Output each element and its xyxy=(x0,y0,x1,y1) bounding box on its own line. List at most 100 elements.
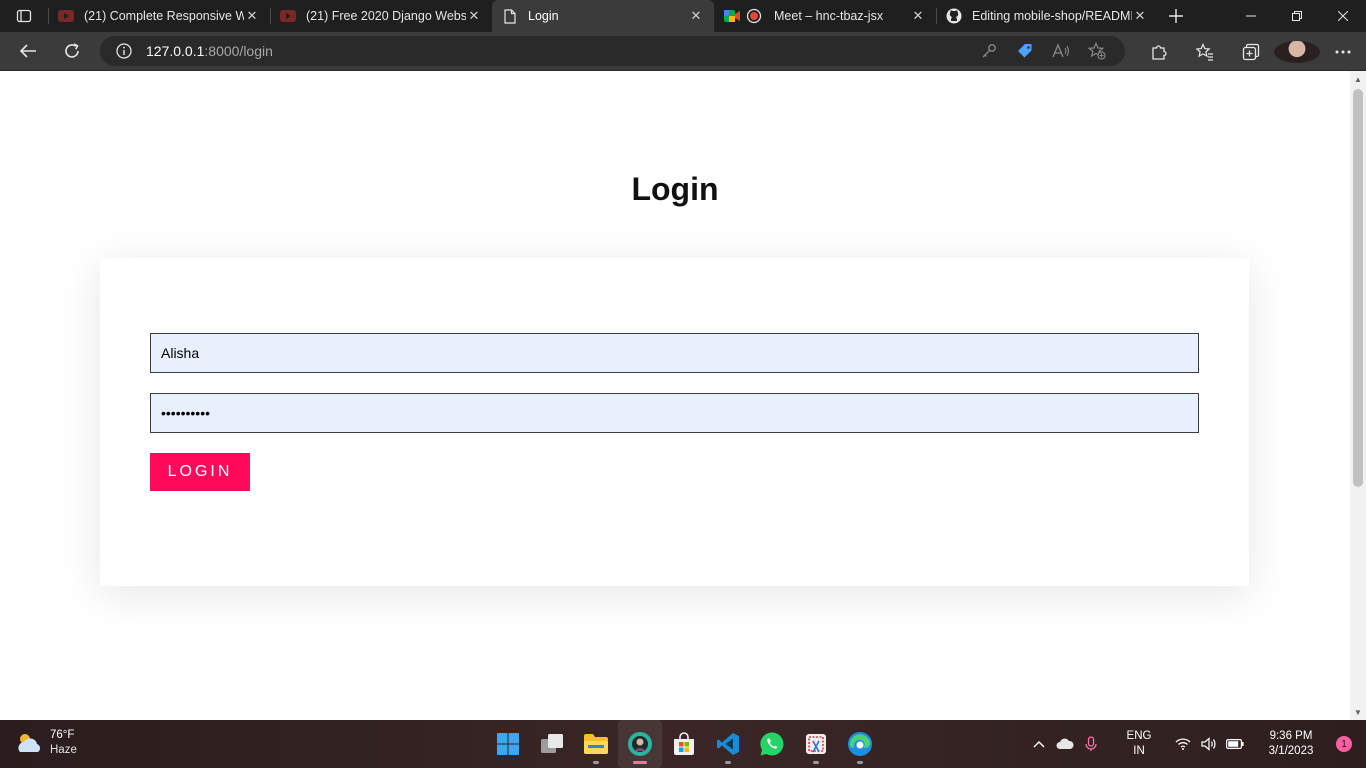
plus-icon xyxy=(1169,9,1183,23)
favorites-button[interactable] xyxy=(1182,42,1228,61)
scroll-up-arrow-icon[interactable]: ▲ xyxy=(1350,71,1366,87)
minimize-icon xyxy=(1246,15,1256,17)
running-indicator xyxy=(857,761,863,764)
address-bar[interactable]: 127.0.0.1:8000/login xyxy=(100,36,1125,66)
back-button[interactable] xyxy=(6,32,50,71)
onedrive-cloud-icon[interactable] xyxy=(1052,738,1078,750)
start-button[interactable] xyxy=(486,720,530,768)
snipping-tool-icon xyxy=(806,734,826,754)
url-text: 127.0.0.1:8000/login xyxy=(146,43,273,59)
tab-close-icon[interactable]: ✕ xyxy=(244,8,260,24)
tab-title: (21) Complete Responsive We xyxy=(84,9,244,23)
tab-close-icon[interactable]: ✕ xyxy=(1132,8,1148,24)
close-window-button[interactable] xyxy=(1320,0,1366,32)
username-input[interactable] xyxy=(150,333,1199,373)
file-explorer-button[interactable] xyxy=(574,720,618,768)
running-indicator xyxy=(725,761,731,764)
tab-title: Meet – hnc-tbaz-jsx xyxy=(774,9,884,23)
wifi-icon[interactable] xyxy=(1170,738,1196,750)
profile-button[interactable] xyxy=(1274,40,1320,63)
password-input[interactable] xyxy=(150,393,1199,433)
key-icon[interactable] xyxy=(971,43,1007,59)
window-controls xyxy=(1228,0,1366,32)
task-view-button[interactable] xyxy=(530,720,574,768)
clock-time: 9:36 PM xyxy=(1269,730,1313,742)
login-button[interactable]: LOGIN xyxy=(150,453,250,491)
whatsapp-icon xyxy=(760,732,784,756)
scroll-down-arrow-icon[interactable]: ▼ xyxy=(1350,704,1366,720)
page-viewport: Login LOGIN xyxy=(0,71,1350,720)
microphone-icon[interactable] xyxy=(1078,736,1104,752)
tab-separator xyxy=(270,8,271,24)
windows-taskbar: 76°F Haze ENG IN 9:36 PM 3/1/2023 1 xyxy=(0,720,1366,768)
add-favorite-icon[interactable] xyxy=(1079,42,1115,60)
edge-profile-button[interactable] xyxy=(618,720,662,768)
refresh-button[interactable] xyxy=(50,32,94,71)
system-tray: ENG IN 9:36 PM 3/1/2023 1 xyxy=(1026,720,1366,768)
microsoft-store-button[interactable] xyxy=(662,720,706,768)
restore-button[interactable] xyxy=(1274,0,1320,32)
weather-condition: Haze xyxy=(50,744,77,756)
browser-tab-strip: (21) Complete Responsive We ✕ (21) Free … xyxy=(0,0,1366,32)
settings-more-button[interactable] xyxy=(1320,50,1366,54)
tab-actions-icon xyxy=(16,9,32,23)
language-indicator[interactable]: ENG IN xyxy=(1116,729,1162,759)
avatar xyxy=(1274,40,1320,63)
collections-icon xyxy=(1242,43,1260,60)
youtube-icon xyxy=(280,8,296,24)
system-clock[interactable]: 9:36 PM 3/1/2023 xyxy=(1254,729,1328,759)
battery-icon[interactable] xyxy=(1222,739,1248,749)
extensions-button[interactable] xyxy=(1136,43,1182,61)
weather-widget[interactable]: 76°F Haze xyxy=(14,728,77,758)
toolbar-right-actions xyxy=(1136,32,1366,71)
browser-tab[interactable]: (21) Free 2020 Django Websit ✕ xyxy=(270,0,492,32)
tab-close-icon[interactable]: ✕ xyxy=(688,8,704,24)
page-scrollbar[interactable]: ▲ ▼ xyxy=(1350,71,1366,720)
tab-title: Editing mobile-shop/READMI xyxy=(972,9,1132,23)
url-path: :8000/login xyxy=(204,43,273,59)
clock-date: 3/1/2023 xyxy=(1268,745,1314,757)
language-code: ENG xyxy=(1126,730,1152,742)
scroll-thumb[interactable] xyxy=(1353,89,1363,487)
tab-title: Login xyxy=(528,9,559,23)
favorites-icon xyxy=(1196,42,1213,61)
github-icon xyxy=(946,8,962,24)
browser-tab[interactable]: Meet – hnc-tbaz-jsx ✕ xyxy=(714,0,936,32)
info-icon[interactable] xyxy=(116,43,132,59)
show-hidden-icons-chevron-up-icon[interactable] xyxy=(1026,740,1052,748)
read-aloud-icon[interactable] xyxy=(1043,43,1079,59)
tab-actions-button[interactable] xyxy=(0,0,48,32)
shopping-tag-icon[interactable] xyxy=(1007,42,1043,60)
running-indicator xyxy=(813,761,819,764)
edge-profile-icon xyxy=(628,732,652,756)
snipping-tool-button[interactable] xyxy=(794,720,838,768)
vscode-button[interactable] xyxy=(706,720,750,768)
running-indicator xyxy=(633,761,647,764)
windows-logo-icon xyxy=(497,733,519,755)
vscode-icon xyxy=(717,733,739,755)
edge-button[interactable] xyxy=(838,720,882,768)
url-host: 127.0.0.1 xyxy=(146,43,205,59)
browser-tab[interactable]: (21) Complete Responsive We ✕ xyxy=(48,0,270,32)
notification-badge[interactable]: 1 xyxy=(1336,736,1352,752)
minimize-button[interactable] xyxy=(1228,0,1274,32)
restore-icon xyxy=(1292,11,1302,21)
whatsapp-button[interactable] xyxy=(750,720,794,768)
running-indicator xyxy=(593,761,599,764)
tab-close-icon[interactable]: ✕ xyxy=(466,8,482,24)
browser-tab-active[interactable]: Login ✕ xyxy=(492,0,714,32)
close-icon xyxy=(1338,11,1348,21)
folder-icon xyxy=(584,734,608,754)
youtube-icon xyxy=(58,8,74,24)
tab-close-icon[interactable]: ✕ xyxy=(910,8,926,24)
page-title: Login xyxy=(631,171,719,207)
volume-icon[interactable] xyxy=(1196,737,1222,751)
puzzle-icon xyxy=(1152,44,1167,60)
login-form-card: LOGIN xyxy=(100,258,1249,586)
taskbar-apps xyxy=(486,720,882,768)
refresh-icon xyxy=(65,43,79,58)
address-bar-icons xyxy=(971,36,1115,66)
browser-tab[interactable]: Editing mobile-shop/READMI ✕ xyxy=(936,0,1158,32)
new-tab-button[interactable] xyxy=(1158,0,1194,32)
collections-button[interactable] xyxy=(1228,43,1274,61)
